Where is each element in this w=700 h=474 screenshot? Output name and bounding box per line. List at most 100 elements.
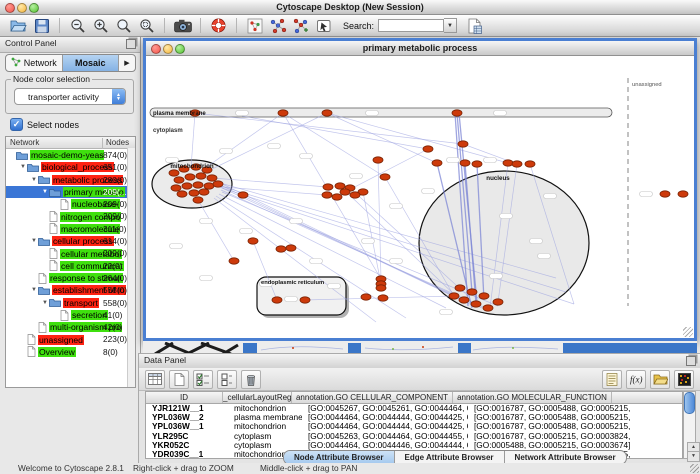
tree-row[interactable]: ▼establishment of lo558(0) xyxy=(6,284,135,296)
zoom-out-icon[interactable] xyxy=(67,17,88,35)
background-windows-strip[interactable] xyxy=(143,341,697,353)
tree-expander-icon[interactable]: ▼ xyxy=(19,164,27,170)
tree-expander-icon[interactable]: ▼ xyxy=(41,189,49,195)
tree-row[interactable]: secretion41(0) xyxy=(6,309,135,321)
graph-node[interactable] xyxy=(378,295,388,301)
layout-selected-icon[interactable] xyxy=(290,17,311,35)
zoom-fit-icon[interactable] xyxy=(136,17,157,35)
graph-node[interactable] xyxy=(512,161,522,167)
graph-node[interactable] xyxy=(361,294,371,300)
graph-node[interactable] xyxy=(460,160,470,166)
tree-row[interactable]: cell communicat22(0) xyxy=(6,260,135,272)
net-close-icon[interactable] xyxy=(151,44,161,54)
net-minimize-icon[interactable] xyxy=(163,44,173,54)
graph-node[interactable] xyxy=(278,110,288,116)
graph-node[interactable] xyxy=(459,297,469,303)
tree-scrollbar[interactable] xyxy=(127,148,135,387)
window-resize-grip[interactable] xyxy=(683,327,693,337)
graph-node[interactable] xyxy=(479,293,489,299)
layout-network-icon[interactable] xyxy=(267,17,288,35)
graph-node[interactable] xyxy=(458,141,468,147)
data-panel-float-icon[interactable] xyxy=(686,356,696,366)
graph-node[interactable] xyxy=(248,238,258,244)
graph-node[interactable] xyxy=(193,197,203,203)
zoom-in-icon[interactable] xyxy=(90,17,111,35)
table-row[interactable]: YPL036W__2plasma membrane[GO:0044464, GO… xyxy=(146,413,682,422)
table-row[interactable]: YLR295Ccytoplasm[GO:0045263, GO:0044464,… xyxy=(146,432,682,441)
tree-row[interactable]: Overview8(0) xyxy=(6,346,135,358)
graph-node[interactable] xyxy=(376,285,386,291)
tree-row[interactable]: ▼biological_process651(0) xyxy=(6,161,135,173)
search-dropdown-arrow-icon[interactable]: ▼ xyxy=(444,18,457,33)
tree-expander-icon[interactable]: ▼ xyxy=(30,238,38,244)
node-color-select[interactable]: transporter activity ▲▼ xyxy=(14,88,126,105)
open-folder-icon[interactable] xyxy=(8,17,29,35)
tree-row[interactable]: response to stimulu264(0) xyxy=(6,272,135,284)
close-window-icon[interactable] xyxy=(5,3,15,13)
new-attribute-icon[interactable] xyxy=(169,370,189,389)
tab-mosaic[interactable]: Mosaic xyxy=(63,55,120,71)
graph-node[interactable] xyxy=(196,173,206,179)
graph-node[interactable] xyxy=(340,189,350,195)
tree-row[interactable]: ▼metabolic process280(0) xyxy=(6,174,135,186)
graph-node[interactable] xyxy=(452,110,462,116)
minimize-window-icon[interactable] xyxy=(17,3,27,13)
network-canvas[interactable]: plasma membranecytoplasmmitochondrionnuc… xyxy=(146,56,694,338)
tab-network[interactable]: Network xyxy=(6,55,63,71)
graph-node[interactable] xyxy=(182,183,192,189)
table-row[interactable]: YPL036W__1mitochondrion[GO:0044464, GO:0… xyxy=(146,422,682,431)
tree-row[interactable]: macromolecule311(0) xyxy=(6,223,135,235)
graph-node[interactable] xyxy=(467,289,477,295)
graph-node[interactable] xyxy=(177,191,187,197)
matrix-view-icon[interactable] xyxy=(674,370,694,389)
graph-node[interactable] xyxy=(171,185,181,191)
graph-node[interactable] xyxy=(238,192,248,198)
tab-overflow-arrow-icon[interactable]: ▶ xyxy=(119,55,135,71)
graph-node[interactable] xyxy=(204,183,214,189)
tree-row[interactable]: multi-organism pro42(0) xyxy=(6,321,135,333)
graph-node[interactable] xyxy=(185,174,195,180)
graph-node[interactable] xyxy=(380,174,390,180)
select-attributes-icon[interactable] xyxy=(193,370,213,389)
tree-row[interactable]: cellular metabol209(0) xyxy=(6,247,135,259)
graph-node[interactable] xyxy=(229,258,239,264)
graph-node[interactable] xyxy=(472,161,482,167)
import-attributes-icon[interactable] xyxy=(464,17,485,35)
tree-row[interactable]: unassigned223(0) xyxy=(6,333,135,345)
select-mode-icon[interactable] xyxy=(313,17,334,35)
graph-node[interactable] xyxy=(213,181,223,187)
tree-column-network[interactable]: Network xyxy=(10,138,39,147)
tree-row[interactable]: mosaic-demo-yeast874(0) xyxy=(6,149,135,161)
graph-node[interactable] xyxy=(272,297,282,303)
graph-node[interactable] xyxy=(322,192,332,198)
tree-expander-icon[interactable]: ▼ xyxy=(41,300,49,306)
table-column-header[interactable]: annotation.GO MOLECULAR_FUNCTION xyxy=(453,392,612,403)
graph-node[interactable] xyxy=(189,190,199,196)
graph-node[interactable] xyxy=(276,246,286,252)
graph-node[interactable] xyxy=(332,194,342,200)
graph-node[interactable] xyxy=(449,293,459,299)
graph-node[interactable] xyxy=(423,146,433,152)
tree-row[interactable]: nitrogen compo209(0) xyxy=(6,210,135,222)
graph-node[interactable] xyxy=(503,160,513,166)
graph-node[interactable] xyxy=(174,177,184,183)
camera-snapshot-icon[interactable] xyxy=(172,17,193,35)
function-builder-icon[interactable]: f(x) xyxy=(626,370,646,389)
save-session-icon[interactable] xyxy=(31,17,52,35)
graph-node[interactable] xyxy=(373,157,383,163)
unselect-attributes-icon[interactable] xyxy=(217,370,237,389)
table-row[interactable]: YJR121W__1mitochondrion[GO:0045267, GO:0… xyxy=(146,404,682,413)
graph-node[interactable] xyxy=(169,170,179,176)
network-window-titlebar[interactable]: primary metabolic process xyxy=(146,41,694,56)
graph-node[interactable] xyxy=(660,191,670,197)
table-column-header[interactable]: _cellularLayoutRegion xyxy=(223,392,292,403)
birdseye-view-icon[interactable] xyxy=(244,17,265,35)
table-column-header[interactable]: annotation.GO CELLULAR_COMPONENT xyxy=(292,392,453,403)
maximize-window-icon[interactable] xyxy=(29,3,39,13)
select-nodes-checkbox[interactable]: ✓ xyxy=(10,118,23,131)
table-column-header[interactable] xyxy=(612,392,683,403)
net-maximize-icon[interactable] xyxy=(175,44,185,54)
tree-expander-icon[interactable]: ▼ xyxy=(30,287,38,293)
search-input[interactable] xyxy=(378,19,444,32)
tree-row[interactable]: ▼cellular process614(0) xyxy=(6,235,135,247)
